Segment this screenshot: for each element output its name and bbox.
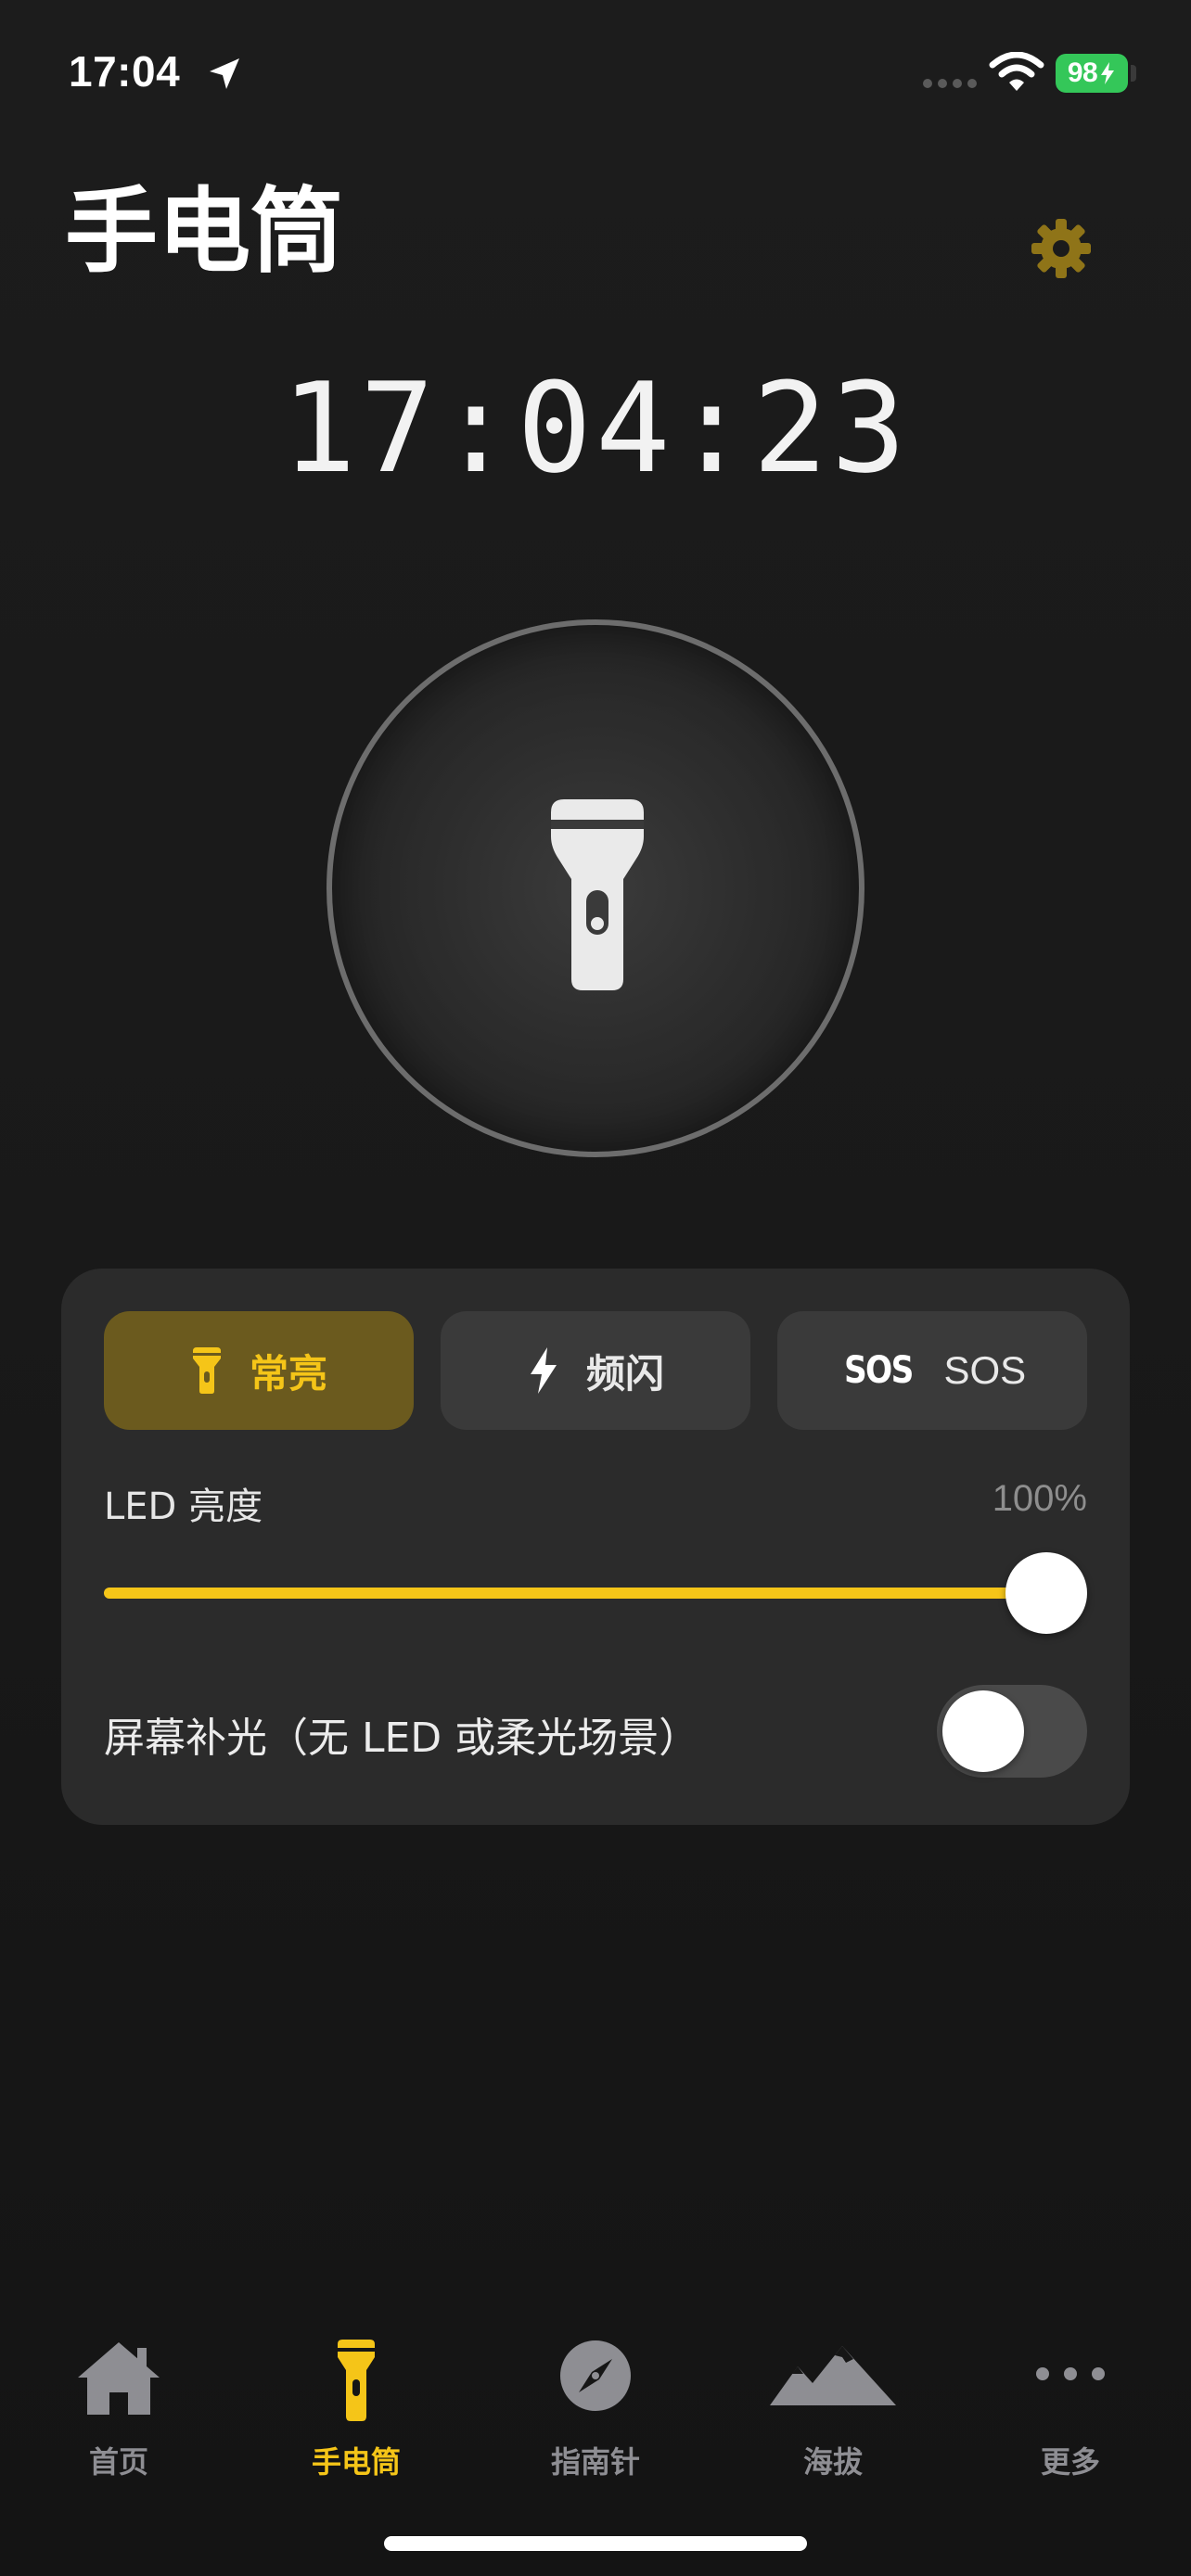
battery-level: 98 [1067,57,1098,88]
signal-dots-icon [923,79,977,88]
sos-icon: SOS [843,1349,914,1392]
flashlight-tab-icon [338,2340,375,2421]
led-brightness-label: LED 亮度 [104,1486,263,1528]
battery-charging-icon [1101,62,1115,84]
tab-flashlight[interactable]: 手电筒 [237,2318,475,2504]
led-brightness-slider[interactable] [104,1547,1087,1639]
screen-light-toggle[interactable] [937,1685,1087,1778]
mode-strobe-button[interactable]: 频闪 [441,1311,750,1430]
mode-steady-button[interactable]: 常亮 [104,1311,414,1430]
toggle-knob [942,1690,1024,1772]
compass-icon [560,2340,631,2411]
tab-home[interactable]: 首页 [0,2318,237,2504]
mode-sos-label: SOS [943,1348,1027,1392]
clock-display: 17:04:23 [281,356,910,501]
tab-more-label: 更多 [1040,2444,1100,2480]
tab-altitude[interactable]: 海拔 [714,2318,952,2504]
slider-track [104,1588,1069,1599]
ellipsis-icon [1036,2367,1105,2380]
mode-steady-label: 常亮 [249,1350,327,1396]
control-panel: 常亮 频闪 SOS SOS LED 亮度 100% 屏幕补光（无 LED 或柔光… [61,1269,1130,1825]
location-arrow-icon [210,58,239,89]
tab-flashlight-label: 手电筒 [311,2444,401,2480]
status-bar: 17:04 98 [0,0,1191,139]
tab-altitude-label: 海拔 [802,2444,863,2480]
mode-sos-button[interactable]: SOS SOS [777,1311,1087,1430]
page-title: 手电筒 [65,177,343,286]
flashlight-small-icon [192,1347,221,1394]
status-time: 17:04 [69,47,181,96]
mode-strobe-label: 频闪 [585,1350,664,1396]
gear-icon[interactable] [1028,215,1095,282]
screen-light-label: 屏幕补光（无 LED 或柔光场景） [104,1715,700,1762]
flashlight-screen: 17:04 98 手电筒 17:04:23 常亮 频闪 SOS SOS LED … [0,0,1191,2576]
wifi-icon [989,52,1044,91]
tab-compass[interactable]: 指南针 [477,2318,714,2504]
slider-fill [104,1588,1069,1599]
slider-thumb[interactable] [1005,1552,1087,1634]
bolt-icon [530,1347,557,1394]
tab-more[interactable]: 更多 [952,2318,1189,2504]
home-indicator [384,2536,807,2551]
mountain-icon [770,2346,896,2405]
house-icon [78,2342,160,2415]
battery-cap [1131,65,1136,82]
tab-compass-label: 指南针 [550,2444,640,2480]
flashlight-power-button[interactable] [327,619,864,1157]
flashlight-icon [551,799,644,990]
battery-indicator: 98 [1056,54,1128,93]
led-brightness-value: 100% [992,1478,1087,1519]
tab-home-label: 首页 [88,2444,148,2480]
